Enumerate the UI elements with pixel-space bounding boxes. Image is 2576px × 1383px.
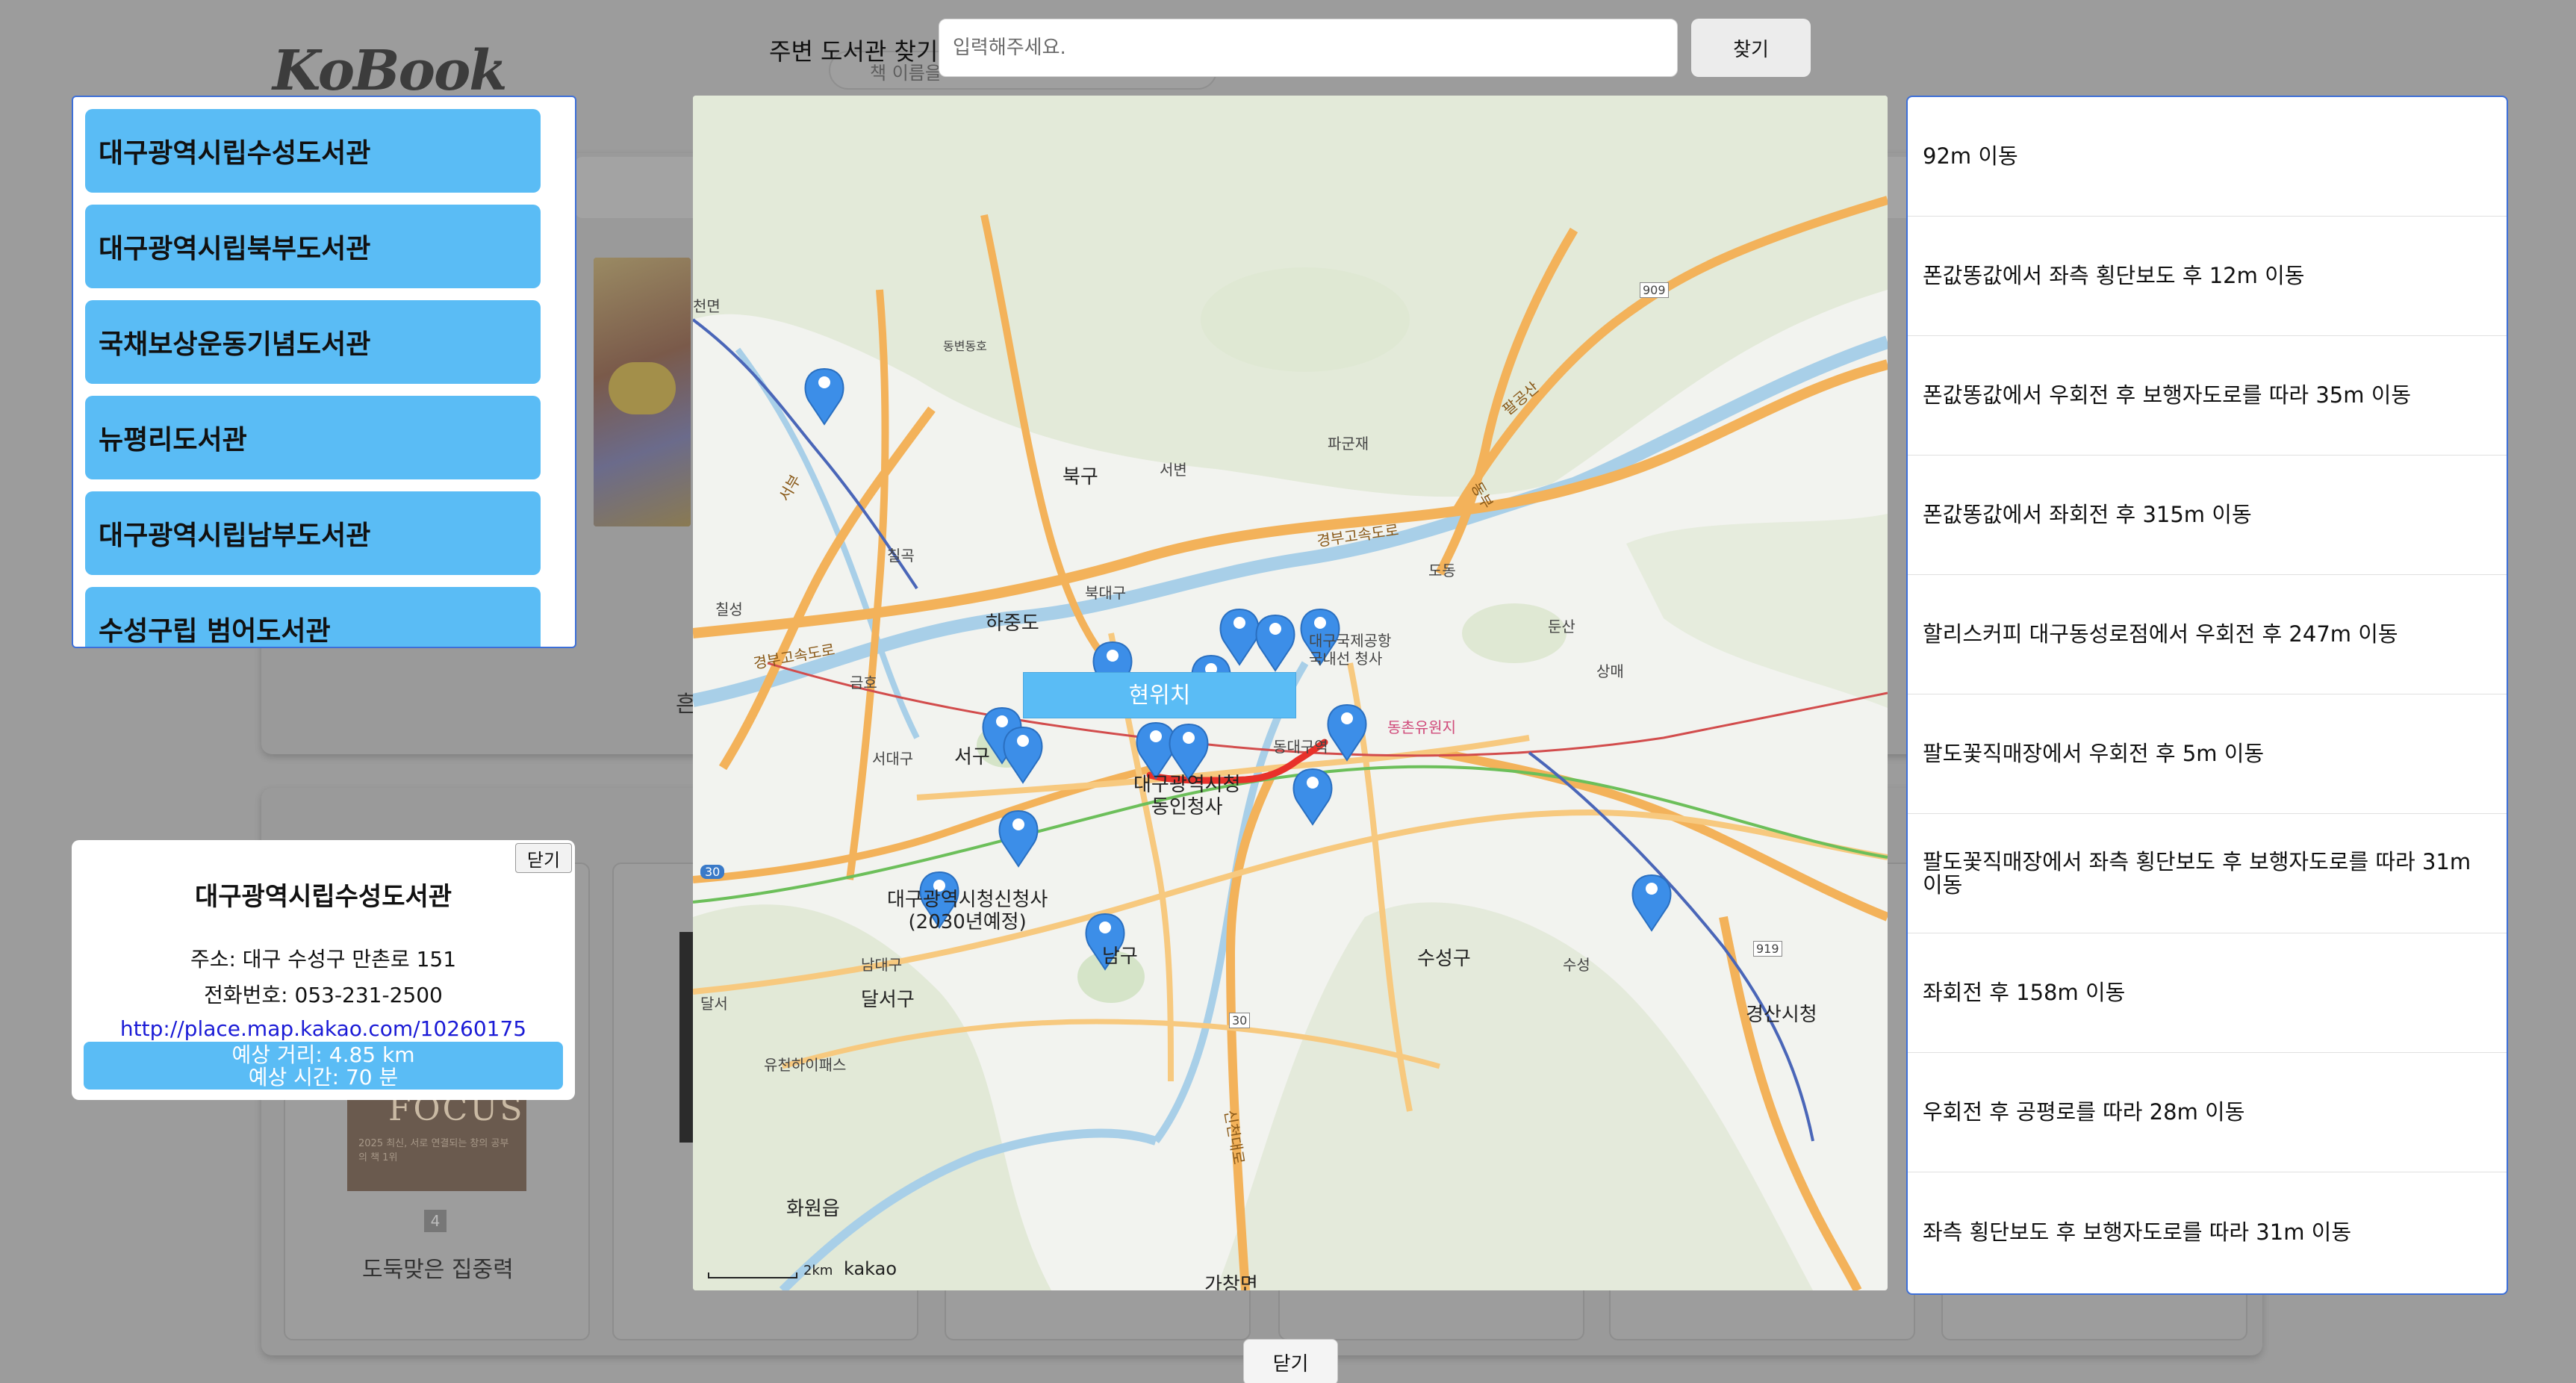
map-label: 동촌유원지 (1387, 718, 1456, 736)
map-scale-bar (708, 1272, 797, 1278)
direction-step: 폰값똥값에서 좌측 횡단보도 후 12m 이동 (1908, 217, 2507, 336)
map-label: 북구 (1063, 466, 1098, 488)
map-label: 서변 (1160, 461, 1187, 479)
direction-step: 폰값똥값에서 우회전 후 보행자도로를 따라 35m 이동 (1908, 336, 2507, 456)
direction-step: 92m 이동 (1908, 97, 2507, 217)
map-view[interactable]: 천면 동변동호 칠곡 북구 서변 파군재 하중도 북대구 서구 서대구 금호 동… (693, 96, 1888, 1290)
map-label: 상매 (1596, 662, 1624, 680)
direction-step: 팔도꽃직매장에서 좌측 횡단보도 후 보행자도로를 따라 31m 이동 (1908, 814, 2507, 933)
map-label: 파군재 (1328, 435, 1369, 453)
map-label: 화원읍 (786, 1198, 840, 1220)
map-label: 유천하이패스 (764, 1056, 847, 1074)
library-item[interactable]: 국채보상운동기념도서관 (85, 300, 541, 384)
library-search-input[interactable] (939, 19, 1678, 77)
map-label: 칠곡 (887, 547, 915, 565)
map-label: 대구광역시청 동인청사 (1133, 774, 1241, 818)
library-item[interactable]: 대구광역시립남부도서관 (85, 491, 541, 575)
map-label: 칠성 (715, 600, 743, 618)
directions-panel[interactable]: 92m 이동 폰값똥값에서 좌측 횡단보도 후 12m 이동 폰값똥값에서 우회… (1906, 96, 2508, 1295)
library-item[interactable]: 뉴평리도서관 (85, 396, 541, 479)
map-label: 둔산 (1548, 618, 1575, 635)
direction-step: 팔도꽃직매장에서 우회전 후 5m 이동 (1908, 694, 2507, 814)
direction-step: 폰값똥값에서 좌회전 후 315m 이동 (1908, 456, 2507, 575)
modal-close-button[interactable]: 닫기 (1243, 1339, 1338, 1383)
estimated-time: 예상 시간: 70 분 (248, 1065, 399, 1090)
find-button[interactable]: 찾기 (1691, 19, 1811, 77)
map-label: 달서구 (861, 989, 915, 1011)
map-label: 수성 (1563, 956, 1590, 974)
background-book-rank-badge: 4 (424, 1210, 447, 1232)
map-label: 경산시청 (1746, 1004, 1817, 1026)
map-label: 남구 (1102, 945, 1138, 968)
map-route-sign: 30 (700, 865, 725, 879)
map-route-sign: 909 (1640, 282, 1669, 298)
map-scale-label: 2km (803, 1263, 833, 1278)
map-label: 수성구 (1417, 948, 1471, 970)
map-brand-logo: kakao (844, 1258, 897, 1279)
library-item[interactable]: 대구광역시립북부도서관 (85, 205, 541, 288)
library-item[interactable]: 대구광역시립수성도서관 (85, 109, 541, 193)
map-label: 남대구 (861, 956, 903, 974)
map-label: 동변동호 (943, 339, 987, 353)
map-label: 하중도 (986, 612, 1039, 635)
background-book-cover-subtitle: 2025 최신, 서로 연결되는 창의 공부의 책 1위 (358, 1138, 509, 1163)
library-phone: 전화번호: 053-231-2500 (204, 983, 443, 1007)
background-book-title: 도둑맞은 집중력 (362, 1257, 514, 1283)
background-scroll-edge (679, 932, 693, 1143)
map-label: 서대구 (872, 750, 914, 768)
map-label: 대구국제공항 국내선 청사 (1309, 632, 1392, 668)
library-place-link[interactable]: http://place.map.kakao.com/10260175 (72, 1016, 575, 1041)
route-estimate-button[interactable]: 예상 거리: 4.85 km 예상 시간: 70 분 (84, 1042, 563, 1090)
direction-step: 우회전 후 공평로를 따라 28m 이동 (1908, 1053, 2507, 1172)
estimated-distance: 예상 거리: 4.85 km (231, 1042, 415, 1067)
map-label: 동대구역 (1273, 738, 1328, 756)
map-route-sign: 30 (1229, 1013, 1251, 1028)
background-book-cover (594, 258, 691, 526)
direction-step: 할리스커피 대구동성로점에서 우회전 후 247m 이동 (1908, 575, 2507, 694)
map-route-sign: 919 (1753, 941, 1782, 957)
map-label: 달서 (700, 995, 728, 1013)
map-label: 북대구 (1085, 584, 1127, 602)
map-label: 천면 (693, 297, 721, 315)
map-label: 서구 (954, 746, 990, 768)
direction-step: 좌회전 후 158m 이동 (1908, 933, 2507, 1053)
direction-step: 좌측 횡단보도 후 보행자도로를 따라 31m 이동 (1923, 1219, 2352, 1245)
library-name: 대구광역시립수성도서관 (194, 882, 452, 912)
map-label: 금호 (850, 674, 877, 692)
library-info-card: 닫기 대구광역시립수성도서관 주소: 대구 수성구 만촌로 151 전화번호: … (72, 840, 575, 1100)
map-label: 가창면 (1204, 1274, 1258, 1290)
library-address: 주소: 대구 수성구 만촌로 151 (190, 947, 457, 972)
library-item[interactable]: 수성구립 범어도서관 (85, 587, 541, 647)
map-label: 도동 (1428, 562, 1456, 579)
info-close-button[interactable]: 닫기 (515, 843, 572, 873)
map-label: 대구광역시청신청사 (2030년예정) (887, 889, 1048, 933)
current-location-button[interactable]: 현위치 (1023, 672, 1296, 718)
library-list[interactable]: 대구광역시립수성도서관 대구광역시립북부도서관 국채보상운동기념도서관 뉴평리도… (72, 96, 576, 648)
find-library-label: 주변 도서관 찾기 (769, 37, 939, 66)
app-logo: KoBook (273, 39, 508, 103)
